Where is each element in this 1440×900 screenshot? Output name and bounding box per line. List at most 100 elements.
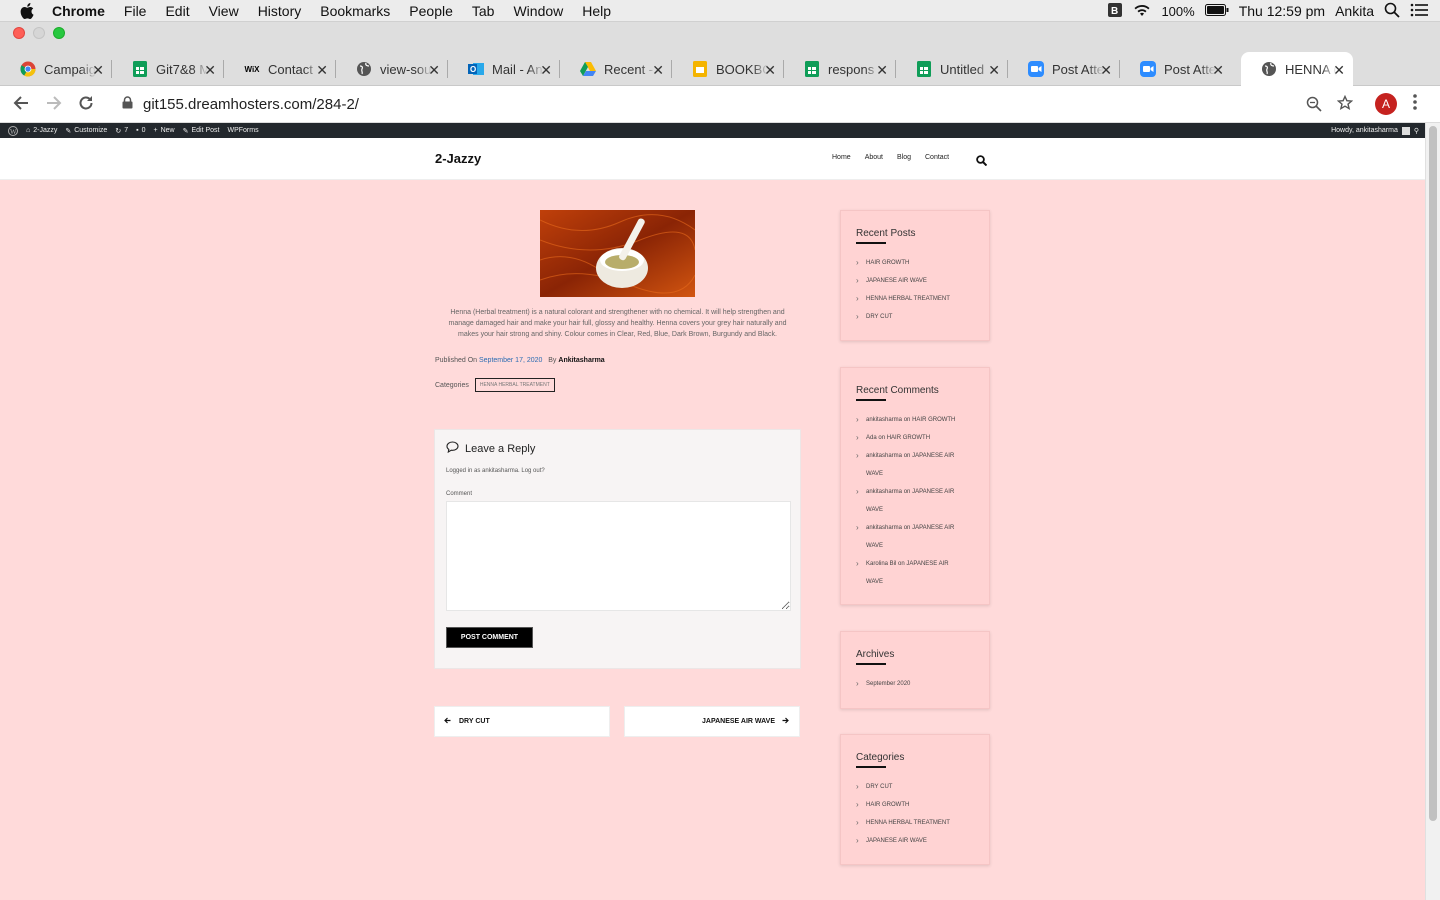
maximize-window-button[interactable] — [53, 27, 65, 39]
menu-window[interactable]: Window — [513, 3, 563, 19]
battery-icon[interactable] — [1204, 3, 1229, 19]
search-icon[interactable] — [976, 153, 988, 171]
wp-comments[interactable]: ▪ 0 — [136, 127, 145, 134]
close-tab-icon[interactable]: ✕ — [1333, 62, 1345, 79]
menu-tab[interactable]: Tab — [472, 3, 495, 19]
bitdefender-icon[interactable]: B — [1107, 2, 1123, 21]
nav-home[interactable]: Home — [832, 154, 851, 161]
close-tab-icon[interactable]: ✕ — [988, 62, 1000, 79]
comment-author[interactable]: ankitasharma — [866, 489, 902, 495]
recent-post-link[interactable]: HENNA HERBAL TREATMENT — [856, 290, 989, 308]
wp-site-name[interactable]: ⌂ 2-Jazzy — [26, 127, 57, 134]
menu-edit[interactable]: Edit — [165, 3, 189, 19]
menu-people[interactable]: People — [409, 3, 453, 19]
next-post-link[interactable]: JAPANESE AIR WAVE — [624, 706, 800, 737]
close-tab-icon[interactable]: ✕ — [92, 62, 104, 79]
tab[interactable]: view-sou ✕ — [336, 52, 448, 86]
comment-author[interactable]: ankitasharma — [866, 417, 902, 423]
comment-author[interactable]: ankitasharma — [866, 525, 902, 531]
tab[interactable]: Campaig ✕ — [0, 52, 112, 86]
close-window-button[interactable] — [13, 27, 25, 39]
menu-file[interactable]: File — [124, 3, 147, 19]
menu-view[interactable]: View — [209, 3, 239, 19]
close-tab-icon[interactable]: ✕ — [540, 62, 552, 79]
wordpress-logo-icon[interactable]: W — [8, 125, 18, 136]
wp-account-menu[interactable]: Howdy, ankitasharma ⚲ — [1331, 123, 1419, 138]
bookmark-star-icon[interactable] — [1336, 94, 1354, 115]
close-tab-icon[interactable]: ✕ — [764, 62, 776, 79]
nav-contact[interactable]: Contact — [925, 154, 949, 161]
close-tab-icon[interactable]: ✕ — [204, 62, 216, 79]
menu-bookmarks[interactable]: Bookmarks — [320, 3, 390, 19]
profile-avatar[interactable]: A — [1375, 93, 1397, 115]
tab[interactable]: Untitled ✕ — [896, 52, 1008, 86]
nav-about[interactable]: About — [865, 154, 883, 161]
back-arrow-icon[interactable] — [12, 94, 30, 117]
clock[interactable]: Thu 12:59 pm — [1239, 3, 1325, 19]
wifi-icon[interactable] — [1133, 3, 1151, 20]
apple-logo-icon[interactable] — [20, 2, 36, 19]
close-tab-icon[interactable]: ✕ — [1100, 62, 1112, 79]
comment-author[interactable]: Karolina Bil — [866, 561, 896, 567]
post-author-link[interactable]: Ankitasharma — [558, 357, 604, 364]
tab[interactable]: Post Atte ✕ — [1120, 52, 1232, 86]
wp-edit-post[interactable]: ✎ Edit Post — [183, 127, 220, 135]
wp-customize[interactable]: ✎ Customize — [65, 127, 107, 135]
tab[interactable]: WiX Contact ✕ — [224, 52, 336, 86]
tab[interactable]: Post Atte ✕ — [1008, 52, 1120, 86]
tab-active[interactable]: HENNA ( ✕ — [1241, 52, 1353, 86]
comment-author[interactable]: ankitasharma — [866, 453, 902, 459]
menu-app-name[interactable]: Chrome — [52, 3, 105, 19]
post-date-link[interactable]: September 17, 2020 — [479, 357, 542, 364]
tab[interactable]: BOOKBC ✕ — [672, 52, 784, 86]
browser-menu-kebab-icon[interactable] — [1412, 93, 1418, 116]
close-tab-icon[interactable]: ✕ — [1212, 62, 1224, 79]
close-tab-icon[interactable]: ✕ — [316, 62, 328, 79]
recent-post-link[interactable]: JAPANESE AIR WAVE — [856, 272, 989, 290]
close-tab-icon[interactable]: ✕ — [428, 62, 440, 79]
minimize-window-button[interactable] — [33, 27, 45, 39]
category-link[interactable]: HAIR GROWTH — [856, 796, 989, 814]
post-comment-button[interactable]: POST COMMENT — [446, 627, 533, 648]
tab-strip: Campaig ✕ Git7&8 M ✕ WiX Contact ✕ view-… — [0, 44, 1440, 125]
comment-textarea[interactable] — [446, 501, 791, 611]
category-badge[interactable]: HENNA HERBAL TREATMENT — [474, 378, 555, 392]
spotlight-search-icon[interactable] — [1384, 2, 1400, 21]
close-tab-icon[interactable]: ✕ — [876, 62, 888, 79]
lock-icon[interactable] — [122, 95, 133, 113]
recent-post-link[interactable]: HAIR GROWTH — [856, 254, 989, 272]
scrollbar-thumb[interactable] — [1429, 126, 1437, 821]
category-link[interactable]: JAPANESE AIR WAVE — [856, 832, 989, 850]
tab[interactable]: Recent - ✕ — [560, 52, 672, 86]
logged-in-text[interactable]: Logged in as ankitasharma. Log out? — [446, 468, 545, 474]
menu-history[interactable]: History — [258, 3, 302, 19]
post-excerpt: Henna (Herbal treatment) is a natural co… — [448, 309, 787, 338]
page-scrollbar[interactable] — [1425, 123, 1440, 900]
tab[interactable]: respons ✕ — [784, 52, 896, 86]
nav-blog[interactable]: Blog — [897, 154, 911, 161]
address-bar[interactable]: git155.dreamhosters.com/284-2/ — [112, 89, 1367, 119]
forward-arrow-icon[interactable] — [45, 94, 63, 117]
site-title[interactable]: 2-Jazzy — [435, 151, 481, 166]
recent-post-link[interactable]: DRY CUT — [856, 308, 989, 326]
close-tab-icon[interactable]: ✕ — [652, 62, 664, 79]
prev-post-link[interactable]: DRY CUT — [434, 706, 610, 737]
wp-updates[interactable]: ↻ 7 — [115, 127, 128, 135]
comment-post-link[interactable]: HAIR GROWTH — [887, 435, 930, 441]
category-link[interactable]: HENNA HERBAL TREATMENT — [856, 814, 989, 832]
comment-author[interactable]: Ada — [866, 435, 877, 441]
category-link[interactable]: DRY CUT — [856, 778, 989, 796]
notification-center-icon[interactable] — [1410, 3, 1428, 20]
on-text: on — [898, 561, 905, 567]
search-icon[interactable]: ⚲ — [1414, 127, 1419, 135]
reload-icon[interactable] — [77, 94, 95, 117]
wp-new[interactable]: + New — [153, 127, 174, 134]
wp-wpforms[interactable]: WPForms — [227, 127, 258, 134]
archive-link[interactable]: September 2020 — [856, 675, 989, 693]
menu-help[interactable]: Help — [582, 3, 611, 19]
user-name[interactable]: Ankita — [1335, 3, 1374, 19]
zoom-magnifier-icon[interactable] — [1306, 96, 1322, 116]
tab[interactable]: Git7&8 M ✕ — [112, 52, 224, 86]
comment-post-link[interactable]: HAIR GROWTH — [912, 417, 955, 423]
tab[interactable]: O Mail - An ✕ — [448, 52, 560, 86]
